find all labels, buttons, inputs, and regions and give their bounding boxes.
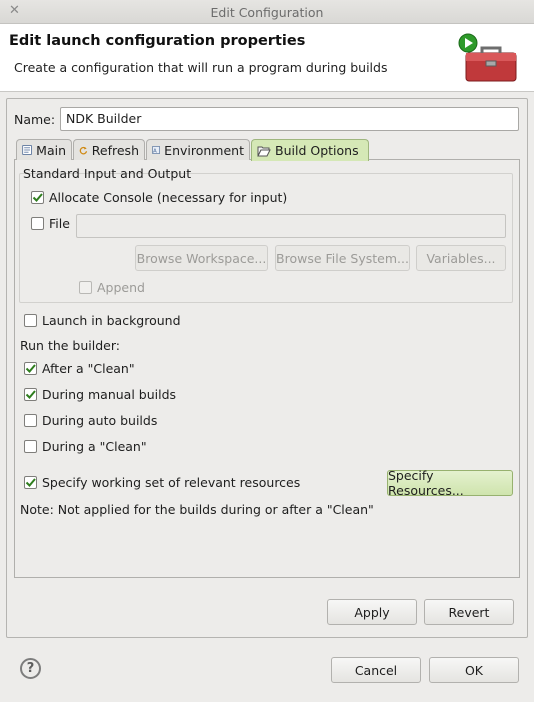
tab-refresh-label: Refresh	[91, 142, 139, 158]
checkmark-icon	[25, 364, 36, 373]
specify-resources-button[interactable]: Specify Resources...	[387, 468, 513, 498]
allocate-console-label: Allocate Console (necessary for input)	[49, 190, 288, 205]
name-input[interactable]: NDK Builder	[60, 107, 519, 131]
launch-background-label: Launch in background	[42, 313, 181, 328]
toolbox-run-icon	[458, 33, 517, 82]
revert-button[interactable]: Revert	[424, 599, 514, 625]
manual-builds-checkbox[interactable]	[24, 388, 37, 401]
after-clean-checkbox[interactable]	[24, 362, 37, 375]
append-label: Append	[97, 280, 145, 295]
checkmark-icon	[25, 478, 36, 487]
cancel-button[interactable]: Cancel	[331, 657, 421, 683]
checkmark-icon	[25, 390, 36, 399]
tab-main-label: Main	[36, 142, 66, 158]
io-group-title: Standard Input and Output	[23, 166, 192, 181]
file-path-input[interactable]	[76, 214, 506, 238]
working-set-checkbox[interactable]	[24, 476, 37, 489]
environment-icon: A	[152, 146, 160, 154]
file-label: File	[49, 216, 70, 231]
browse-file-system-button[interactable]: Browse File System...	[275, 245, 410, 271]
dialog-header: Edit launch configuration properties Cre…	[0, 24, 534, 92]
checkmark-icon	[32, 193, 43, 202]
header-description: Create a configuration that will run a p…	[14, 60, 388, 75]
refresh-icon	[79, 146, 88, 155]
append-checkbox[interactable]	[79, 281, 92, 294]
auto-builds-label: During auto builds	[42, 413, 158, 428]
tab-main[interactable]: Main	[16, 139, 72, 160]
svg-text:A: A	[153, 148, 157, 154]
help-icon[interactable]: ?	[20, 658, 41, 679]
folder-open-icon	[257, 146, 271, 156]
ok-button[interactable]: OK	[429, 657, 519, 683]
run-builder-label: Run the builder:	[20, 338, 120, 353]
tab-build-options-label: Build Options	[275, 143, 359, 158]
tab-refresh[interactable]: Refresh	[73, 139, 145, 160]
tab-build-options[interactable]: Build Options	[251, 139, 369, 161]
tab-environment-label: Environment	[164, 142, 244, 158]
main-tab-icon	[22, 145, 32, 155]
title-bar: ✕ Edit Configuration	[0, 0, 534, 24]
browse-workspace-button[interactable]: Browse Workspace...	[135, 245, 268, 271]
allocate-console-checkbox[interactable]	[31, 191, 44, 204]
header-title: Edit launch configuration properties	[9, 33, 306, 49]
working-set-note: Note: Not applied for the builds during …	[20, 502, 374, 517]
variables-button[interactable]: Variables...	[416, 245, 506, 271]
window-title: Edit Configuration	[210, 5, 324, 20]
launch-background-checkbox[interactable]	[24, 314, 37, 327]
apply-button[interactable]: Apply	[327, 599, 417, 625]
working-set-label: Specify working set of relevant resource…	[42, 475, 301, 490]
after-clean-label: After a "Clean"	[42, 361, 135, 376]
during-clean-checkbox[interactable]	[24, 440, 37, 453]
auto-builds-checkbox[interactable]	[24, 414, 37, 427]
during-clean-label: During a "Clean"	[42, 439, 147, 454]
name-label: Name:	[14, 112, 56, 127]
file-checkbox[interactable]	[31, 217, 44, 230]
manual-builds-label: During manual builds	[42, 387, 177, 402]
tab-environment[interactable]: A Environment	[146, 139, 250, 160]
